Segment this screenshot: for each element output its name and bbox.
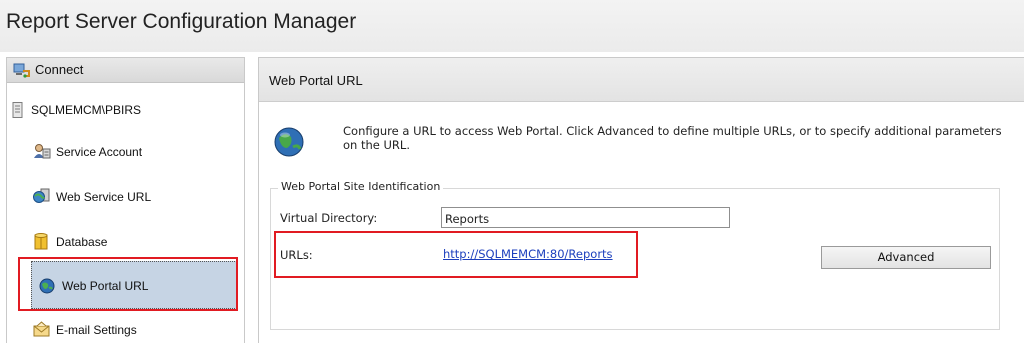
connect-label: Connect: [35, 62, 84, 77]
sidebar-item-service-account[interactable]: Service Account: [29, 137, 229, 167]
virtual-directory-input[interactable]: [441, 207, 730, 228]
sidebar-item-email-settings[interactable]: E-mail Settings: [29, 315, 229, 345]
sidebar-item-label: Service Account: [56, 145, 143, 159]
server-icon: [12, 102, 24, 123]
sidebar-item-label: Database: [56, 235, 108, 249]
description-text: Configure a URL to access Web Portal. Cl…: [343, 124, 1002, 152]
page-title: Web Portal URL: [269, 73, 363, 88]
connect-icon: [13, 62, 31, 82]
database-icon: [33, 233, 49, 254]
web-service-icon: [33, 188, 51, 208]
panel-header: Web Portal URL: [259, 58, 1024, 102]
highlight-box-urls: [274, 231, 638, 278]
sidebar-item-database[interactable]: Database: [29, 227, 229, 257]
sidebar-item-label: E-mail Settings: [56, 323, 137, 337]
server-name: SQLMEMCM\PBIRS: [31, 103, 142, 117]
main-panel: Web Portal URL Configure a URL to access…: [258, 57, 1024, 343]
advanced-button[interactable]: Advanced: [821, 246, 991, 269]
globe-icon: [273, 126, 305, 162]
sidebar-item-web-service-url[interactable]: Web Service URL: [29, 182, 229, 212]
highlight-box-sidebar: [18, 257, 238, 311]
virtual-directory-label: Virtual Directory:: [280, 211, 378, 225]
app-title: Report Server Configuration Manager: [6, 10, 357, 33]
service-account-icon: [33, 143, 51, 163]
sidebar-item-label: Web Service URL: [56, 190, 152, 204]
connect-button[interactable]: Connect: [7, 58, 244, 83]
title-bar: Report Server Configuration Manager: [0, 0, 1024, 52]
email-icon: [33, 321, 51, 341]
group-title: Web Portal Site Identification: [278, 180, 444, 193]
